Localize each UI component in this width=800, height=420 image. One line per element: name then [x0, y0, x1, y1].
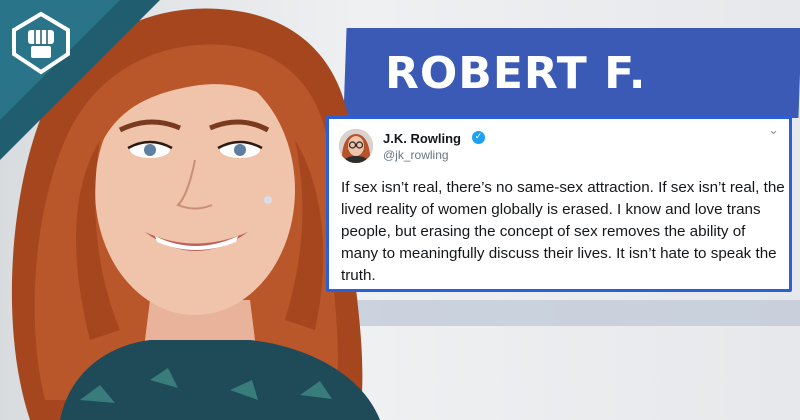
- author-avatar[interactable]: [339, 129, 373, 163]
- author-name[interactable]: J.K. Rowling: [383, 131, 461, 146]
- fist-shield-logo-icon: [12, 11, 70, 75]
- tweet-text: If sex isn’t real, there’s no same-sex a…: [341, 179, 785, 284]
- author-handle[interactable]: @jk_rowling: [383, 148, 449, 162]
- chevron-down-icon[interactable]: ⌄: [768, 123, 779, 138]
- tweet-card: J.K. Rowling ✓ @jk_rowling ⌄ If sex isn’…: [326, 116, 792, 292]
- verified-badge-icon: ✓: [472, 131, 485, 144]
- backdrop-banner-text: ROBERT F.: [385, 48, 647, 99]
- avatar-image: [339, 129, 373, 163]
